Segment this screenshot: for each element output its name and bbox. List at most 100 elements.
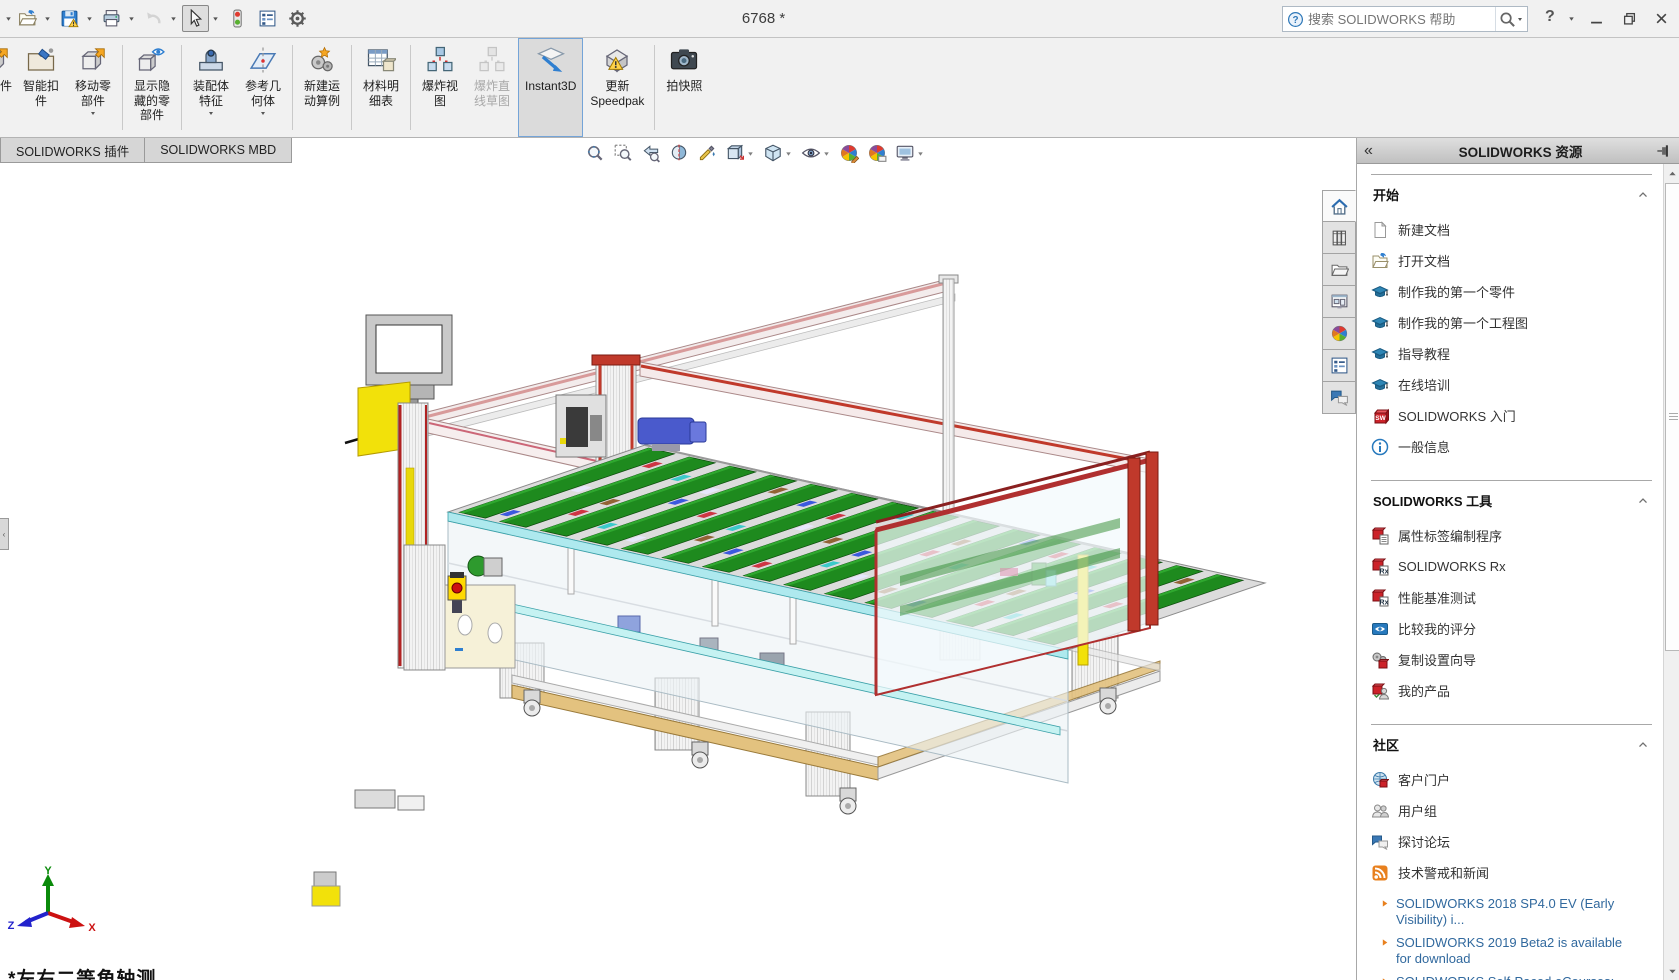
task-pane-link[interactable]: Rx性能基准测试 xyxy=(1371,582,1652,613)
command-tab-mbd[interactable]: SOLIDWORKS MBD xyxy=(145,138,292,163)
bill-of-materials-button[interactable]: 材料明 细表 xyxy=(355,38,407,137)
exploded-view-icon xyxy=(425,45,455,75)
dropdown-caret-icon[interactable] xyxy=(89,109,97,117)
task-pane-tab-custom-properties[interactable] xyxy=(1322,350,1356,382)
link-label: 在线培训 xyxy=(1398,375,1450,394)
dropdown-caret-icon[interactable] xyxy=(784,149,793,158)
section-view-button[interactable] xyxy=(669,143,689,163)
ribbon-button-label: 拍快照 xyxy=(666,79,702,94)
sw-rx-icon: Rx xyxy=(1371,589,1389,607)
featuremanager-collapsed-tab[interactable]: ‹ xyxy=(0,518,9,550)
help-button[interactable]: ? xyxy=(1545,8,1555,26)
explode-line-sketch-button[interactable]: 爆炸直 线草图 xyxy=(466,38,518,137)
chevron-up-icon xyxy=(1636,188,1650,202)
move-component-button[interactable]: 移动零 部件 xyxy=(67,38,119,137)
news-link[interactable]: SOLIDWORKS 2018 SP4.0 EV (Early Visibili… xyxy=(1381,896,1633,928)
apply-scene-icon xyxy=(867,143,887,163)
task-pane-link[interactable]: 属性标签编制程序 xyxy=(1371,520,1652,551)
scrollbar-thumb[interactable] xyxy=(1665,183,1679,651)
instant3d-button[interactable]: Instant3D xyxy=(518,38,583,137)
edit-appearance-icon xyxy=(839,143,859,163)
news-link[interactable]: SOLIDWORKS Self-Paced eCourses: Free xyxy=(1381,974,1633,980)
task-pane-link[interactable]: 打开文档 xyxy=(1371,245,1652,276)
help-dropdown-icon[interactable] xyxy=(1567,14,1576,23)
dynamic-annotation-views-button[interactable] xyxy=(697,143,717,163)
task-pane-tab-appearances-scenes[interactable] xyxy=(1322,318,1356,350)
chevron-up-icon xyxy=(1636,494,1650,508)
insert-component-button[interactable]: 零部件 xyxy=(0,38,15,137)
pin-icon[interactable] xyxy=(1655,142,1672,159)
task-pane-collapse-button[interactable]: « xyxy=(1364,140,1386,162)
task-pane-link[interactable]: 一般信息 xyxy=(1371,431,1652,462)
minimize-button[interactable] xyxy=(1583,7,1609,30)
task-pane-tab-solidworks-forum[interactable] xyxy=(1322,382,1356,414)
task-pane-link[interactable]: 制作我的第一个工程图 xyxy=(1371,307,1652,338)
win-min-icon xyxy=(1590,12,1603,25)
task-pane-link[interactable]: 指导教程 xyxy=(1371,338,1652,369)
exploded-view-button[interactable]: 爆炸视 图 xyxy=(414,38,466,137)
task-pane-link[interactable]: RxSOLIDWORKS Rx xyxy=(1371,551,1652,582)
task-pane-link[interactable]: 制作我的第一个零件 xyxy=(1371,276,1652,307)
assembly-features-button[interactable]: 装配体 特征 xyxy=(185,38,237,137)
task-pane-link[interactable]: SWSOLIDWORKS 入门 xyxy=(1371,400,1652,431)
task-pane-link[interactable]: 用户组 xyxy=(1371,795,1652,826)
display-style-button[interactable] xyxy=(763,143,793,163)
task-pane-link[interactable]: 复制设置向导 xyxy=(1371,644,1652,675)
task-pane-link[interactable]: 比较我的评分 xyxy=(1371,613,1652,644)
task-pane-link[interactable]: 技术警戒和新闻 xyxy=(1371,857,1652,888)
command-tab-addins[interactable]: SOLIDWORKS 插件 xyxy=(0,138,145,163)
hide-show-items-button[interactable] xyxy=(801,143,831,163)
view-orientation-button[interactable] xyxy=(725,143,755,163)
edit-appearance-button[interactable] xyxy=(839,143,859,163)
reference-geometry-button[interactable]: 参考几 何体 xyxy=(237,38,289,137)
restore-button[interactable] xyxy=(1616,7,1642,30)
ribbon-button-label: 爆炸视 图 xyxy=(422,79,458,108)
task-pane-link[interactable]: 客户门户 xyxy=(1371,764,1652,795)
search-input[interactable] xyxy=(1308,12,1495,27)
task-pane-tab-file-explorer[interactable] xyxy=(1322,254,1356,286)
task-pane-tab-design-library[interactable] xyxy=(1322,222,1356,254)
snapshot-icon xyxy=(669,45,699,75)
update-speedpak-button[interactable]: 更新 Speedpak xyxy=(583,38,651,137)
graphics-viewport[interactable]: SOLIDWORKS 插件SOLIDWORKS MBD ‹ Y X Z *左右二… xyxy=(0,138,1356,980)
task-pane-link[interactable]: 我的产品 xyxy=(1371,675,1652,706)
dropdown-caret-icon[interactable] xyxy=(259,109,267,117)
bom-icon xyxy=(366,45,396,75)
task-pane-link[interactable]: 在线培训 xyxy=(1371,369,1652,400)
help-search-box: ? xyxy=(1282,6,1528,32)
show-hidden-components-button[interactable]: 显示隐 藏的零 部件 xyxy=(126,38,178,137)
search-dropdown-icon[interactable] xyxy=(1516,15,1524,23)
scroll-down-button[interactable] xyxy=(1665,963,1679,979)
dropdown-caret-icon[interactable] xyxy=(207,109,215,117)
new-motion-study-button[interactable]: 新建运 动算例 xyxy=(296,38,348,137)
ribbon-button-label: 材料明 细表 xyxy=(363,79,399,108)
task-pane-tab-view-palette[interactable] xyxy=(1322,286,1356,318)
section-header[interactable]: 社区 xyxy=(1373,735,1650,754)
svg-text:Z: Z xyxy=(8,920,15,932)
dropdown-caret-icon[interactable] xyxy=(822,149,831,158)
search-button[interactable] xyxy=(1495,7,1527,31)
dropdown-caret-icon[interactable] xyxy=(916,149,925,158)
smart-fasteners-button[interactable]: 智能扣 件 xyxy=(15,38,67,137)
apply-scene-button[interactable] xyxy=(867,143,887,163)
task-pane-link[interactable]: 新建文档 xyxy=(1371,214,1652,245)
task-pane-link[interactable]: 探讨论坛 xyxy=(1371,826,1652,857)
task-pane-section: SOLIDWORKS 工具属性标签编制程序RxSOLIDWORKS RxRx性能… xyxy=(1371,480,1652,724)
zoom-area-icon xyxy=(613,143,633,163)
scroll-up-button[interactable] xyxy=(1665,165,1679,181)
section-header[interactable]: 开始 xyxy=(1373,185,1650,204)
dropdown-caret-icon[interactable] xyxy=(746,149,755,158)
news-link[interactable]: SOLIDWORKS 2019 Beta2 is available for d… xyxy=(1381,935,1633,967)
chat-icon xyxy=(1330,388,1349,407)
section-header[interactable]: SOLIDWORKS 工具 xyxy=(1373,491,1650,510)
books-icon xyxy=(1330,228,1349,247)
previous-view-button[interactable] xyxy=(641,143,661,163)
task-pane-scrollbar[interactable] xyxy=(1663,164,1679,980)
view-settings-button[interactable] xyxy=(895,143,925,163)
zoom-to-area-button[interactable] xyxy=(613,143,633,163)
zoom-to-fit-button[interactable] xyxy=(585,143,605,163)
close-button[interactable] xyxy=(1648,7,1674,30)
take-snapshot-button[interactable]: 拍快照 xyxy=(658,38,710,137)
model-floor-parts xyxy=(312,790,424,906)
task-pane-tab-solidworks-resources[interactable] xyxy=(1322,190,1356,222)
